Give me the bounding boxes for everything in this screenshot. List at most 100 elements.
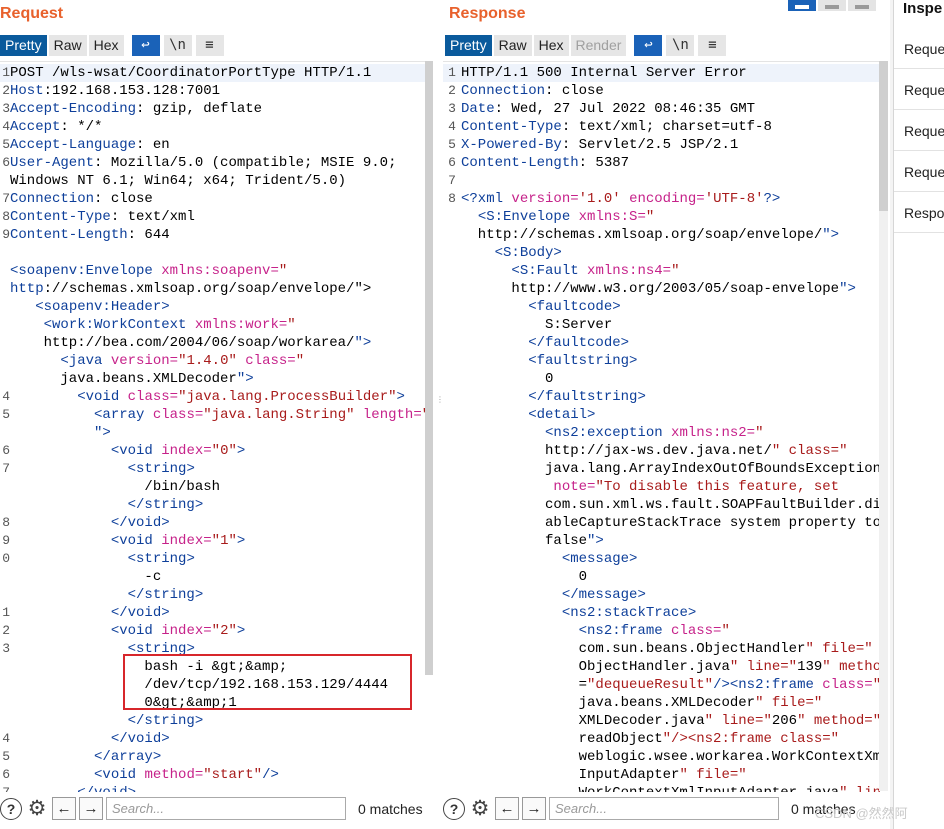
request-toolbar: Pretty Raw Hex ↩ \n ≡ xyxy=(0,34,224,56)
inspector-item[interactable]: Respor xyxy=(894,193,944,233)
response-code-text: <ns2:stackTrace> xyxy=(561,605,697,621)
gear-icon[interactable]: ⚙ xyxy=(25,797,49,821)
request-code-text: Accept-Language: en xyxy=(10,137,170,153)
inspector-item[interactable]: Reques xyxy=(894,29,944,69)
inspector-item[interactable]: Reques xyxy=(894,111,944,151)
search-next-icon[interactable]: → xyxy=(522,797,546,820)
request-code-text: Windows NT 6.1; Win64; x64; Trident/5.0) xyxy=(10,173,347,189)
search-next-icon[interactable]: → xyxy=(79,797,103,820)
request-code-line: 4 </void> xyxy=(0,730,427,748)
request-line-number: 7 xyxy=(2,191,10,206)
response-code-line: 1 HTTP/1.1 500 Internal Server Error xyxy=(443,64,881,82)
response-scrollbar[interactable] xyxy=(879,61,888,791)
request-code-line: 7 <string> xyxy=(0,460,427,478)
request-line-number: 9 xyxy=(2,227,10,242)
request-code-line: </string> xyxy=(0,712,427,730)
response-code-line: 0 xyxy=(443,370,881,388)
response-code-text: 0 xyxy=(461,371,554,387)
search-prev-icon[interactable]: ← xyxy=(52,797,76,820)
request-wrap-icon[interactable]: ↩ xyxy=(131,34,160,56)
pane-divider[interactable]: ⋮ xyxy=(433,0,444,829)
response-code-line: http://jax-ws.dev.java.net/" class=" xyxy=(443,442,881,460)
request-code-line: <soapenv:Header> xyxy=(0,298,427,316)
request-search-input[interactable]: Search... xyxy=(106,797,346,820)
response-code-text: Date: Wed, 27 Jul 2022 08:46:35 GMT xyxy=(461,101,756,117)
response-code-line: java.lang.ArrayIndexOutOfBoundsException… xyxy=(443,460,881,478)
response-tab-hex[interactable]: Hex xyxy=(533,34,569,56)
request-code-line: java.beans.XMLDecoder"> xyxy=(0,370,427,388)
request-code-text: Accept-Encoding: gzip, deflate xyxy=(10,101,263,117)
request-code-line: <soapenv:Envelope xmlns:soapenv=" xyxy=(0,262,427,280)
response-code-line: </message> xyxy=(443,586,881,604)
help-icon[interactable]: ? xyxy=(443,797,465,820)
response-code-line: http://schemas.xmlsoap.org/soap/envelope… xyxy=(443,226,881,244)
inspector-item[interactable]: Reques xyxy=(894,152,944,192)
inspector-item[interactable]: Reques xyxy=(894,70,944,110)
response-code-line: 6 Content-Length: 5387 xyxy=(443,154,881,172)
request-code-text: </string> xyxy=(127,497,204,513)
request-tab-hex[interactable]: Hex xyxy=(88,34,124,56)
response-code-text: <detail> xyxy=(528,407,596,423)
request-tab-raw[interactable]: Raw xyxy=(48,34,87,56)
request-code-line: 5 </array> xyxy=(0,748,427,766)
gear-icon[interactable]: ⚙ xyxy=(468,797,492,821)
request-code-text: <void index="1"> xyxy=(110,533,246,549)
request-menu-icon[interactable]: ≡ xyxy=(195,34,224,56)
request-title: Request xyxy=(0,5,64,22)
response-scroll-thumb[interactable] xyxy=(879,61,888,211)
response-search-bar: ? ⚙ ← → Search... 0 matches xyxy=(443,795,856,822)
search-prev-icon[interactable]: ← xyxy=(495,797,519,820)
response-line-number: 3 xyxy=(448,101,456,116)
request-scroll-thumb[interactable] xyxy=(425,61,433,675)
request-code-text: java.beans.XMLDecoder"> xyxy=(10,371,254,387)
response-code-line: http://www.w3.org/2003/05/soap-envelope"… xyxy=(443,280,881,298)
response-line-number: 5 xyxy=(448,137,456,152)
request-line-number: 1 xyxy=(2,65,10,80)
response-code-text: <ns2:frame class=" xyxy=(578,623,730,639)
inspector-panel: Inspe Reques Reques Reques Reques Respor xyxy=(893,0,944,829)
request-code-text: Content-Type: text/xml xyxy=(10,209,195,225)
response-wrap-icon[interactable]: ↩ xyxy=(634,34,663,56)
response-tab-raw[interactable]: Raw xyxy=(493,34,532,56)
request-code-line: Windows NT 6.1; Win64; x64; Trident/5.0) xyxy=(0,172,427,190)
request-code-text: Accept: */* xyxy=(10,119,103,135)
request-scrollbar[interactable] xyxy=(425,61,433,675)
response-code-text: <message> xyxy=(561,551,638,567)
response-code-text: <faultstring> xyxy=(528,353,638,369)
response-code-text: HTTP/1.1 500 Internal Server Error xyxy=(461,65,747,81)
response-code-line: <S:Fault xmlns:ns4=" xyxy=(443,262,881,280)
response-tab-render[interactable]: Render xyxy=(570,34,627,56)
request-code-line: 8 </void> xyxy=(0,514,427,532)
response-code-text: ="dequeueResult"/><ns2:frame class=" xyxy=(461,677,881,693)
payload-highlight-box xyxy=(123,654,412,710)
request-line-number: 2 xyxy=(2,83,10,98)
request-code-line: -c xyxy=(0,568,427,586)
response-code-line: <ns2:frame class=" xyxy=(443,622,881,640)
help-icon[interactable]: ? xyxy=(0,797,22,820)
response-code-text: WorkContextXmlInputAdapter.java" line xyxy=(461,784,881,792)
response-newline-icon[interactable]: \n xyxy=(666,34,695,56)
response-code-line: <detail> xyxy=(443,406,881,424)
response-code-text: <?xml version='1.0' encoding='UTF-8'?> xyxy=(461,191,781,207)
response-code-text: <faultcode> xyxy=(528,299,621,315)
request-line-number: 4 xyxy=(2,731,10,746)
request-code-text: </string> xyxy=(127,713,204,729)
request-tab-pretty[interactable]: Pretty xyxy=(0,34,47,56)
response-search-input[interactable]: Search... xyxy=(549,797,779,820)
response-code-text: Content-Length: 5387 xyxy=(461,155,630,171)
response-menu-icon[interactable]: ≡ xyxy=(698,34,727,56)
request-line-number: 5 xyxy=(2,407,10,422)
request-match-count: 0 matches xyxy=(358,800,423,817)
request-line-number: 8 xyxy=(2,515,10,530)
request-code-line: "> xyxy=(0,424,427,442)
response-tab-pretty[interactable]: Pretty xyxy=(445,34,492,56)
response-editor[interactable]: 1 HTTP/1.1 500 Internal Server Error 2 Conn… xyxy=(443,61,881,792)
response-code-line: <S:Body> xyxy=(443,244,881,262)
response-code-text: java.beans.XMLDecoder" file=" xyxy=(461,695,823,711)
request-code-line: 1 </void> xyxy=(0,604,427,622)
response-code-text: java.lang.ArrayIndexOutOfBoundsException… xyxy=(461,461,881,477)
request-code-text: <void index="0"> xyxy=(110,443,246,459)
response-code-text: </message> xyxy=(561,587,646,603)
request-newline-icon[interactable]: \n xyxy=(163,34,192,56)
response-pane: Response Pretty Raw Hex Render ↩ \n ≡ 1H… xyxy=(443,0,890,829)
